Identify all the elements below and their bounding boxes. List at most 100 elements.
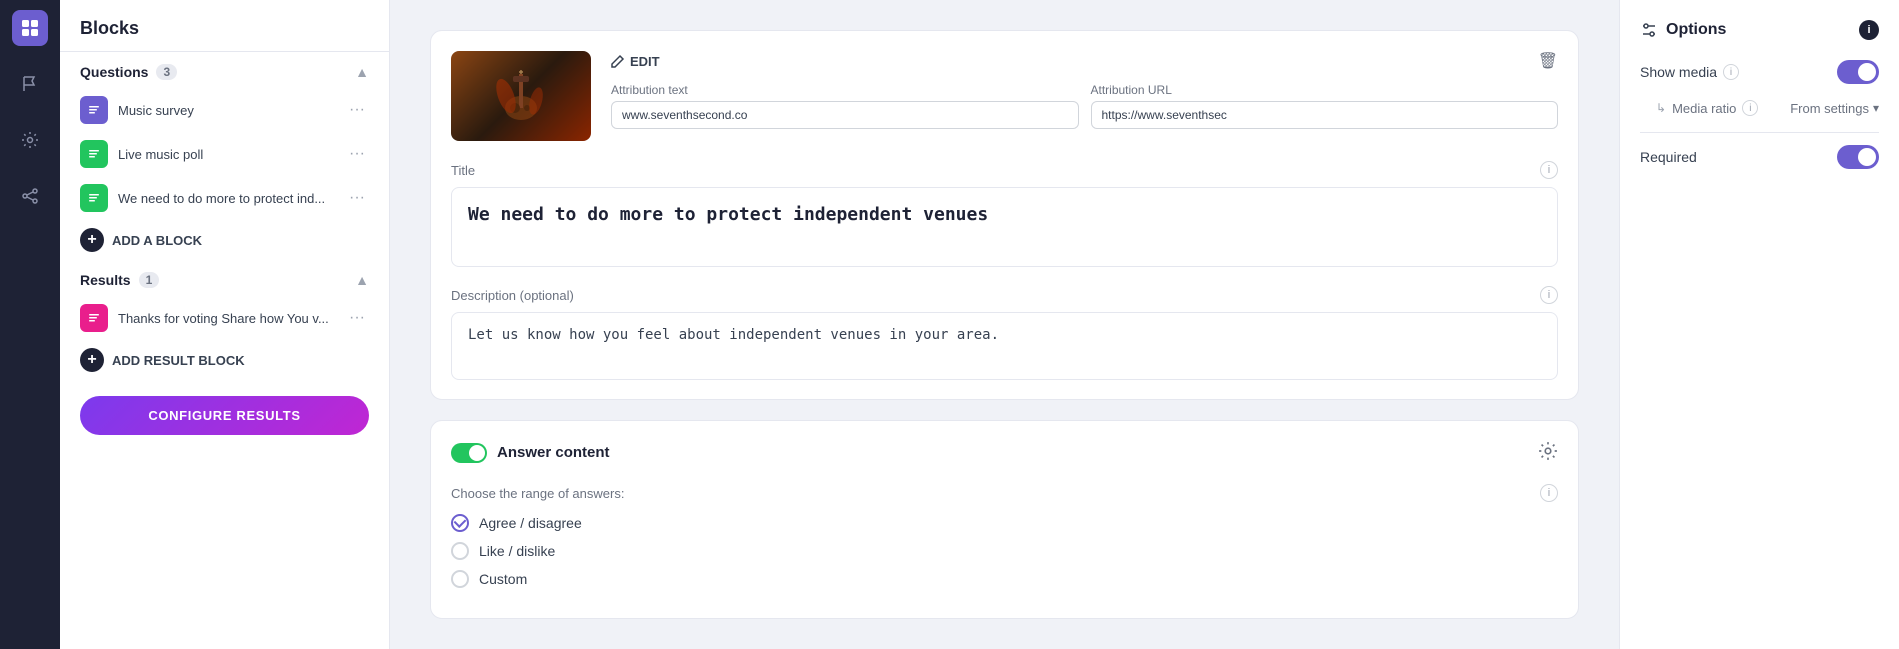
attribution-url-label: Attribution URL bbox=[1091, 83, 1559, 97]
answer-card-header: Answer content bbox=[451, 441, 1558, 464]
answer-card: Answer content Choose the range of answe… bbox=[430, 420, 1579, 619]
attribution-text-label: Attribution text bbox=[611, 83, 1079, 97]
answer-header-left: Answer content bbox=[451, 443, 610, 463]
attribution-text-input[interactable] bbox=[611, 101, 1079, 129]
questions-section-header: Questions 3 ▲ bbox=[60, 52, 389, 88]
edit-button[interactable]: EDIT bbox=[611, 54, 660, 69]
media-ratio-info-icon[interactable]: i bbox=[1742, 100, 1758, 116]
sidebar: Blocks Questions 3 ▲ Music survey ··· L bbox=[60, 0, 390, 649]
add-block-plus-icon: + bbox=[80, 228, 104, 252]
we-need-label: We need to do more to protect ind... bbox=[118, 191, 335, 206]
add-block-label: ADD A BLOCK bbox=[112, 233, 202, 248]
radio-custom-circle[interactable] bbox=[451, 570, 469, 588]
add-result-label: ADD RESULT BLOCK bbox=[112, 353, 245, 368]
live-music-poll-more[interactable]: ··· bbox=[345, 143, 369, 165]
sidebar-item-thanks-voting[interactable]: Thanks for voting Share how You v... ··· bbox=[60, 296, 389, 340]
description-textarea[interactable]: Let us know how you feel about independe… bbox=[451, 312, 1558, 380]
attribution-row: Attribution text Attribution URL bbox=[611, 83, 1558, 129]
sidebar-title: Blocks bbox=[60, 0, 389, 52]
media-ratio-value-row[interactable]: From settings ▾ bbox=[1790, 101, 1879, 116]
radio-like-dislike[interactable]: Like / dislike bbox=[451, 542, 1558, 560]
share-icon[interactable] bbox=[12, 178, 48, 214]
media-ratio-chevron-icon: ▾ bbox=[1873, 101, 1879, 115]
edit-label: EDIT bbox=[630, 54, 660, 69]
required-label: Required bbox=[1640, 149, 1697, 165]
range-label-row: Choose the range of answers: i bbox=[451, 484, 1558, 502]
description-label-row: Description (optional) i bbox=[451, 286, 1558, 304]
description-field-label: Description (optional) bbox=[451, 288, 574, 303]
radio-agree-disagree-circle[interactable] bbox=[451, 514, 469, 532]
add-result-block-button[interactable]: + ADD RESULT BLOCK bbox=[60, 340, 389, 380]
results-chevron-icon[interactable]: ▲ bbox=[355, 272, 369, 288]
sidebar-item-we-need[interactable]: We need to do more to protect ind... ··· bbox=[60, 176, 389, 220]
media-edit-bar: EDIT 🗑 Attribution text Attribution URL bbox=[611, 51, 1558, 141]
question-icon bbox=[80, 184, 108, 212]
media-thumbnail bbox=[451, 51, 591, 141]
media-actions: EDIT 🗑 bbox=[611, 51, 1558, 71]
answer-toggle[interactable] bbox=[451, 443, 487, 463]
results-count: 1 bbox=[139, 272, 160, 288]
results-label: Results bbox=[80, 272, 131, 288]
main-content: EDIT 🗑 Attribution text Attribution URL bbox=[390, 0, 1619, 649]
delete-button[interactable]: 🗑 bbox=[1538, 51, 1558, 71]
survey-icon bbox=[80, 96, 108, 124]
grid-icon[interactable] bbox=[12, 10, 48, 46]
sidebar-item-live-music-poll[interactable]: Live music poll ··· bbox=[60, 132, 389, 176]
attribution-url-input[interactable] bbox=[1091, 101, 1559, 129]
configure-results-button[interactable]: CONFIGURE RESULTS bbox=[80, 396, 369, 435]
settings-icon[interactable] bbox=[12, 122, 48, 158]
radio-like-dislike-circle[interactable] bbox=[451, 542, 469, 560]
thanks-voting-more[interactable]: ··· bbox=[345, 307, 369, 329]
title-info-icon[interactable]: i bbox=[1540, 161, 1558, 179]
add-block-button[interactable]: + ADD A BLOCK bbox=[60, 220, 389, 260]
live-music-poll-label: Live music poll bbox=[118, 147, 335, 162]
results-section-header: Results 1 ▲ bbox=[60, 260, 389, 296]
attribution-text-field: Attribution text bbox=[611, 83, 1079, 129]
media-ratio-arrow-icon: ↳ bbox=[1656, 101, 1666, 115]
thanks-voting-label: Thanks for voting Share how You v... bbox=[118, 311, 335, 326]
add-result-plus-icon: + bbox=[80, 348, 104, 372]
media-ratio-label: Media ratio bbox=[1672, 101, 1736, 116]
flag-icon[interactable] bbox=[12, 66, 48, 102]
answer-card-title: Answer content bbox=[497, 444, 610, 461]
show-media-info-icon[interactable]: i bbox=[1723, 64, 1739, 80]
questions-count: 3 bbox=[156, 64, 177, 80]
title-field-label: Title bbox=[451, 163, 475, 178]
radio-agree-disagree[interactable]: Agree / disagree bbox=[451, 514, 1558, 532]
music-survey-more[interactable]: ··· bbox=[345, 99, 369, 121]
media-ratio-value: From settings bbox=[1790, 101, 1869, 116]
we-need-more[interactable]: ··· bbox=[345, 187, 369, 209]
result-icon bbox=[80, 304, 108, 332]
options-divider bbox=[1640, 132, 1879, 133]
sidebar-item-music-survey[interactable]: Music survey ··· bbox=[60, 88, 389, 132]
options-header: Options i bbox=[1640, 20, 1879, 40]
radio-custom-label: Custom bbox=[479, 571, 527, 587]
show-media-toggle[interactable] bbox=[1837, 60, 1879, 84]
questions-label: Questions bbox=[80, 64, 148, 80]
attribution-url-field: Attribution URL bbox=[1091, 83, 1559, 129]
media-ratio-row: ↳ Media ratio i From settings ▾ bbox=[1640, 100, 1879, 116]
range-info-icon[interactable]: i bbox=[1540, 484, 1558, 502]
title-textarea[interactable]: We need to do more to protect independen… bbox=[451, 187, 1558, 267]
media-section: EDIT 🗑 Attribution text Attribution URL bbox=[431, 31, 1578, 161]
show-media-label-row: Show media i bbox=[1640, 64, 1739, 80]
questions-chevron-icon[interactable]: ▲ bbox=[355, 64, 369, 80]
required-toggle[interactable] bbox=[1837, 145, 1879, 169]
title-label-row: Title i bbox=[451, 161, 1558, 179]
options-panel: Options i Show media i ↳ Media ratio i F… bbox=[1619, 0, 1899, 649]
main-card: EDIT 🗑 Attribution text Attribution URL bbox=[430, 30, 1579, 400]
options-title-row: Options bbox=[1640, 21, 1726, 39]
options-panel-title: Options bbox=[1666, 21, 1726, 39]
answer-gear-icon[interactable] bbox=[1538, 441, 1558, 464]
description-section: Description (optional) i Let us know how… bbox=[431, 286, 1578, 400]
options-sliders-icon bbox=[1640, 21, 1658, 39]
options-info-icon[interactable]: i bbox=[1859, 20, 1879, 40]
range-label: Choose the range of answers: bbox=[451, 486, 624, 501]
poll-icon bbox=[80, 140, 108, 168]
title-section: Title i We need to do more to protect in… bbox=[431, 161, 1578, 286]
radio-custom[interactable]: Custom bbox=[451, 570, 1558, 588]
description-info-icon[interactable]: i bbox=[1540, 286, 1558, 304]
media-ratio-label-row: ↳ Media ratio i bbox=[1656, 100, 1758, 116]
radio-agree-disagree-label: Agree / disagree bbox=[479, 515, 582, 531]
radio-like-dislike-label: Like / dislike bbox=[479, 543, 555, 559]
